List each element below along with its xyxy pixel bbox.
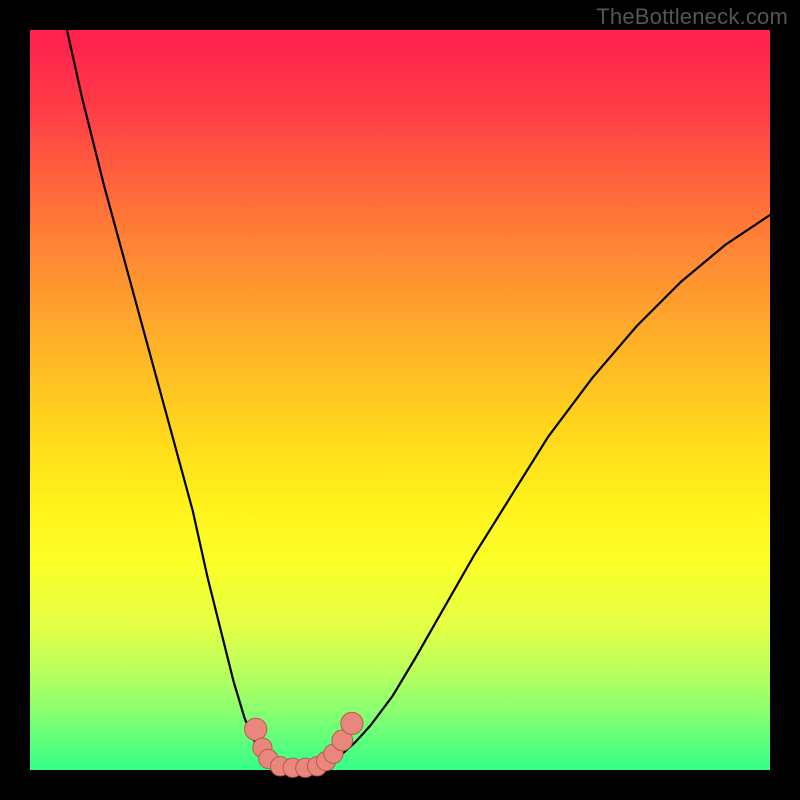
outer-frame: TheBottleneck.com [0,0,800,800]
curve-left-curve [67,30,289,770]
data-marker [341,712,363,734]
curve-group [67,30,770,770]
chart-svg [30,30,770,770]
watermark-text: TheBottleneck.com [596,4,788,30]
marker-group [245,712,363,777]
plot-area [30,30,770,770]
data-marker [245,718,267,740]
curve-right-curve [311,215,770,770]
